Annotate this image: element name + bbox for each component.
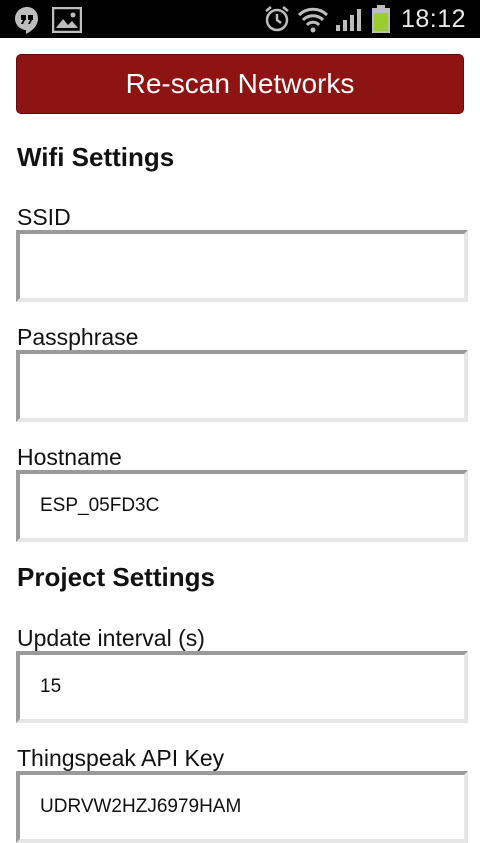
- update-interval-input[interactable]: 15: [16, 651, 468, 723]
- rescan-networks-button[interactable]: Re-scan Networks: [16, 54, 464, 114]
- update-interval-label: Update interval (s): [17, 625, 205, 651]
- clock: 18:12: [400, 4, 466, 33]
- wifi-icon: [297, 7, 328, 33]
- ssid-input[interactable]: [16, 230, 468, 302]
- wifi-settings-title: Wifi Settings: [17, 142, 175, 172]
- status-bar: 18:12: [0, 0, 480, 38]
- battery-charging-icon: [371, 5, 390, 33]
- signal-icon: [335, 9, 361, 31]
- passphrase-label: Passphrase: [17, 324, 139, 350]
- project-settings-title: Project Settings: [17, 562, 215, 592]
- thingspeak-api-key-input[interactable]: UDRVW2HZJ6979HAM: [16, 771, 468, 843]
- thingspeak-api-key-label: Thingspeak API Key: [17, 745, 225, 771]
- hostname-input[interactable]: ESP_05FD3C: [16, 470, 468, 542]
- hostname-label: Hostname: [17, 444, 122, 470]
- gallery-icon: [52, 7, 82, 33]
- passphrase-input[interactable]: [16, 350, 468, 422]
- ssid-label: SSID: [17, 204, 71, 230]
- alarm-icon: [265, 6, 289, 32]
- hangouts-icon: [15, 7, 38, 34]
